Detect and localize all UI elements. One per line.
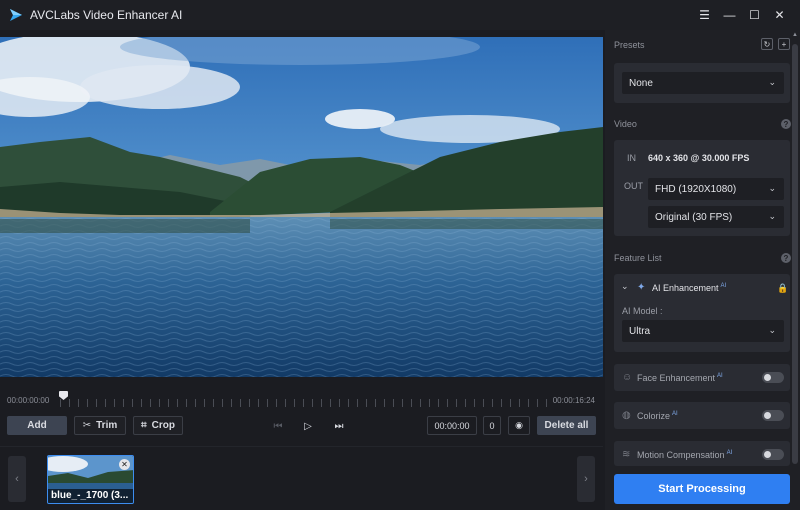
chevron-down-icon: ⌄: [768, 211, 776, 221]
frame-value: 0: [489, 420, 495, 431]
framerate-select[interactable]: Original (30 FPS) ⌄: [648, 206, 784, 228]
framerate-value: Original (30 FPS): [655, 211, 733, 223]
lock-icon: 🔒: [777, 283, 789, 293]
scroll-thumb[interactable]: [792, 44, 798, 464]
resolution-select[interactable]: FHD (1920X1080) ⌄: [648, 178, 784, 200]
feature-row-face-enhancement: ☺ Face Enhancement AI: [614, 364, 790, 391]
chevron-down-icon: ⌄: [768, 325, 776, 335]
motion-icon: ≋: [622, 449, 631, 460]
palette-icon: ◍: [622, 410, 631, 421]
trim-button[interactable]: ✂ Trim: [74, 416, 126, 435]
chevron-down-icon: ⌄: [768, 77, 776, 87]
clip-label: blue_-_1700 (3...: [48, 489, 133, 503]
maximize-icon[interactable]: ☐: [742, 0, 767, 30]
motion-compensation-toggle[interactable]: [762, 449, 784, 460]
add-preset-icon[interactable]: +: [778, 38, 790, 50]
clip-strip: ‹ ✕ blue_-_1700 (3... ›: [0, 446, 603, 510]
ai-enhancement-label: AI Enhancement AI: [652, 283, 727, 293]
timeline-track[interactable]: [59, 391, 551, 407]
expand-chevron-icon[interactable]: ⌄: [621, 281, 629, 292]
menu-icon[interactable]: ☰: [692, 0, 717, 30]
video-in-value: 640 x 360 @ 30.000 FPS: [648, 153, 750, 163]
feature-help-icon[interactable]: ?: [781, 253, 791, 263]
ai-model-select[interactable]: Ultra ⌄: [622, 320, 784, 342]
delete-all-button[interactable]: Delete all: [537, 416, 596, 435]
ai-model-value: Ultra: [629, 325, 651, 337]
preview-toggle-button[interactable]: ◉: [508, 416, 530, 435]
timeline[interactable]: 00:00:00:00 00:00:16:24: [0, 388, 603, 412]
title-bar: AVCLabs Video Enhancer AI ☰ — ☐ ✕: [0, 0, 800, 30]
panel-scrollbar[interactable]: ▲: [790, 30, 800, 470]
next-frame-icon[interactable]: ⏭: [331, 418, 347, 434]
previous-frame-icon[interactable]: ⏮: [270, 418, 286, 434]
video-section-title: Video: [614, 119, 637, 129]
face-enhancement-toggle[interactable]: [762, 372, 784, 383]
refresh-icon[interactable]: ↻: [761, 38, 773, 50]
preview-frame-image: [0, 37, 603, 377]
timeline-ticks: [60, 399, 551, 407]
scissors-icon: ✂: [82, 420, 92, 431]
video-in-label: IN: [627, 153, 636, 163]
start-processing-label: Start Processing: [658, 483, 746, 495]
presets-select-value: None: [629, 77, 653, 89]
feature-row-colorize: ◍ Colorize AI: [614, 402, 790, 429]
crop-button[interactable]: ⌗ Crop: [133, 416, 183, 435]
scroll-up-icon[interactable]: ▲: [791, 32, 799, 40]
timeline-start-time: 00:00:00:00: [7, 396, 50, 405]
sparkle-icon: ✦: [637, 282, 646, 293]
feature-label: Face Enhancement AI: [637, 373, 723, 383]
frame-input[interactable]: 0: [483, 416, 501, 435]
presets-select[interactable]: None ⌄: [622, 72, 784, 94]
crop-icon: ⌗: [141, 420, 147, 431]
close-icon[interactable]: ✕: [767, 0, 792, 30]
face-icon: ☺: [622, 372, 633, 383]
clip-thumbnail[interactable]: ✕ blue_-_1700 (3...: [47, 455, 134, 504]
app-title: AVCLabs Video Enhancer AI: [30, 8, 183, 22]
editing-toolbar: Add ✂ Trim ⌗ Crop ⏮ ▷ ⏭ 00:00:00 0 ◉ Del…: [0, 416, 603, 438]
add-button-label: Add: [27, 420, 47, 431]
video-help-icon[interactable]: ?: [781, 119, 791, 129]
feature-label: Motion Compensation AI: [637, 450, 733, 460]
app-logo-icon: [10, 9, 22, 21]
resolution-value: FHD (1920X1080): [655, 183, 737, 195]
eye-icon: ◉: [515, 420, 523, 430]
delete-all-label: Delete all: [544, 420, 589, 431]
add-button[interactable]: Add: [7, 416, 67, 435]
feature-list-title: Feature List: [614, 253, 662, 263]
clip-close-icon[interactable]: ✕: [119, 459, 130, 470]
crop-button-label: Crop: [151, 420, 175, 431]
video-preview: [0, 37, 603, 377]
feature-label: Colorize AI: [637, 411, 678, 421]
trim-button-label: Trim: [96, 420, 118, 431]
start-processing-button[interactable]: Start Processing: [614, 474, 790, 504]
strip-right-arrow-icon[interactable]: ›: [577, 456, 595, 502]
colorize-toggle[interactable]: [762, 410, 784, 421]
ai-model-label: AI Model :: [622, 306, 663, 316]
play-icon[interactable]: ▷: [300, 418, 316, 434]
presets-title: Presets: [614, 40, 645, 50]
strip-left-arrow-icon[interactable]: ‹: [8, 456, 26, 502]
feature-row-motion-compensation: ≋ Motion Compensation AI: [614, 441, 790, 466]
minimize-icon[interactable]: —: [717, 0, 742, 30]
timecode-input[interactable]: 00:00:00: [427, 416, 477, 435]
timecode-value: 00:00:00: [434, 420, 470, 431]
video-out-label: OUT: [624, 181, 643, 191]
chevron-down-icon: ⌄: [768, 183, 776, 193]
timeline-end-time: 00:00:16:24: [552, 396, 595, 405]
